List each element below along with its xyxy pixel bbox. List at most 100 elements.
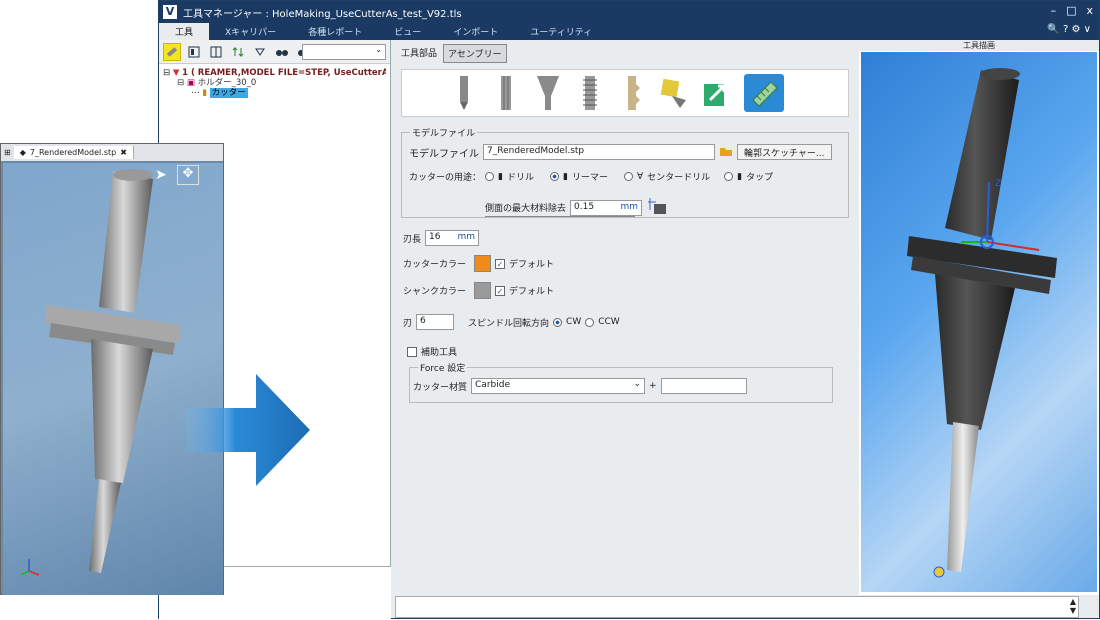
tree-toolbar: ⌄	[159, 40, 390, 64]
usage-drill-radio[interactable]	[485, 172, 495, 181]
rendered-model-tabbar: ⊞ ◆ 7_RenderedModel.stp ✖	[1, 144, 223, 161]
usage-reamer-radio[interactable]	[549, 172, 559, 181]
tap-type-icon[interactable]	[576, 75, 604, 111]
close-button[interactable]: x	[1086, 4, 1093, 17]
folder-icon[interactable]	[719, 145, 733, 160]
tab-assembly[interactable]: アセンブリー	[443, 44, 507, 63]
model-file-input[interactable]: 7_RenderedModel.stp	[483, 144, 715, 160]
pin-icon[interactable]: ⊞	[1, 148, 14, 157]
contour-sketcher-button[interactable]: 輪郭スケッチャー...	[737, 144, 832, 160]
cutter-usage-row: カッターの用途： ▮ ドリル ▮ リーマー ∀ センタードリル ▮ タップ	[409, 170, 774, 184]
pan-icon[interactable]: ✥	[177, 165, 199, 185]
usage-tap-label: タップ	[746, 173, 774, 183]
tool-drawing-pane: 工具描画 Z	[859, 40, 1099, 595]
menu-view[interactable]: ビュー	[378, 23, 437, 40]
menu-bar: 工具 Xキャリパー 各種レポート ビュー インポート ユーティリティ 🔍 ? ⚙…	[159, 23, 1099, 40]
cutter-usage-label: カッターの用途：	[409, 173, 482, 183]
layout-icon[interactable]	[207, 43, 225, 61]
title-bar: V 工具マネージャー : HoleMaking_UseCutterAs_test…	[159, 1, 1099, 23]
model-file-label: モデルファイル	[409, 148, 479, 160]
tree-filter-dropdown[interactable]: ⌄	[302, 44, 386, 60]
close-icon[interactable]: ✖	[120, 148, 127, 157]
usage-center-drill-radio[interactable]	[623, 172, 633, 181]
cutter-material-label: カッター材質	[413, 382, 468, 393]
aux-tool-checkbox[interactable]	[407, 346, 417, 357]
model-file-row: モデルファイル 7_RenderedModel.stp 輪郭スケッチャー...	[409, 144, 832, 160]
flute-length-input[interactable]: 16 mm	[425, 230, 480, 246]
cutter-default-checkbox[interactable]: ✓	[495, 258, 506, 269]
cutter-material-row: カッター材質 Carbide ⌄ +	[413, 378, 747, 394]
rendered-model-tab[interactable]: ◆ 7_RenderedModel.stp ✖	[13, 146, 134, 159]
insert-type-icon[interactable]	[660, 75, 688, 111]
reamer-type-icon[interactable]	[492, 75, 520, 111]
flute-length-value: 16	[429, 232, 441, 242]
tree-node-cutter[interactable]: ⋯ ▮ カッター	[191, 88, 386, 98]
tree-node-cutter-label: カッター	[209, 88, 248, 98]
chevron-down-icon: ⌄	[633, 379, 642, 389]
aux-tool-label: 補助工具	[421, 348, 458, 358]
side-removal-input[interactable]: 0.15 mm	[570, 199, 643, 216]
cutter-material-value: Carbide	[475, 380, 510, 390]
custom-tool-type-icon[interactable]	[702, 75, 730, 111]
tool-holder-render: Z	[907, 68, 1057, 578]
minimize-button[interactable]: –	[1051, 4, 1057, 17]
cw-radio[interactable]	[553, 317, 563, 327]
shank-color-label: シャンクカラー	[403, 287, 467, 297]
ccw-radio[interactable]	[585, 317, 595, 327]
search-help-settings-icons[interactable]: 🔍 ? ⚙ ∨	[1047, 24, 1091, 35]
find-icon[interactable]	[273, 43, 291, 61]
tool-icon[interactable]	[163, 42, 181, 61]
menu-import[interactable]: インポート	[437, 23, 514, 40]
side-removal-label: 側面の最大材料除去	[485, 204, 567, 214]
tool-type-icon-row	[401, 69, 849, 117]
model-file-type-icon[interactable]	[744, 74, 784, 112]
material-extra-input[interactable]	[660, 378, 747, 394]
rendered-model-tab-label: 7_RenderedModel.stp	[29, 148, 117, 157]
form-cutter-type-icon[interactable]	[618, 75, 646, 111]
message-bar: ▲ ▼	[395, 596, 1079, 618]
cutter-default-label: デフォルト	[509, 260, 555, 270]
shank-default-checkbox[interactable]: ✓	[495, 285, 506, 296]
usage-tap-radio[interactable]	[724, 172, 734, 181]
cutter-color-row: カッターカラー ✓ デフォルト	[403, 255, 554, 272]
usage-reamer-label: リーマー	[571, 173, 608, 183]
arrow-right-icon	[186, 374, 310, 486]
sort-icon[interactable]	[229, 43, 247, 61]
shank-color-row: シャンクカラー ✓ デフォルト	[403, 282, 554, 299]
tool-drawing-header: 工具描画	[859, 40, 1099, 51]
center-drill-small-icon: ∀	[636, 171, 644, 182]
window-controls: – □ x	[1051, 4, 1093, 17]
shank-color-swatch[interactable]	[474, 282, 492, 299]
cutter-color-label: カッターカラー	[403, 260, 467, 270]
tab-tool-parts[interactable]: 工具部品	[397, 44, 441, 63]
menu-xcaliper[interactable]: Xキャリパー	[209, 23, 292, 40]
tool-3d-viewport[interactable]: Z	[861, 52, 1097, 592]
menu-tool[interactable]: 工具	[159, 23, 210, 40]
filter-icon[interactable]	[251, 43, 269, 61]
cursor-icon[interactable]: ➤	[155, 167, 167, 183]
teeth-input[interactable]: 6	[416, 314, 455, 330]
flute-length-unit: mm	[457, 232, 476, 242]
cutter-material-select[interactable]: Carbide ⌄	[471, 378, 646, 394]
drill-type-icon[interactable]	[450, 75, 478, 111]
usage-center-drill-label: センタードリル	[647, 173, 711, 183]
scroll-arrows-icon[interactable]: ▲ ▼	[1070, 597, 1076, 615]
plus-label: +	[649, 381, 657, 391]
svg-text:Z: Z	[995, 179, 1001, 189]
parts-tabs: 工具部品 アセンブリー	[393, 40, 857, 63]
countersink-type-icon[interactable]	[534, 75, 562, 111]
menu-utility[interactable]: ユーティリティ	[514, 23, 608, 40]
divider	[485, 216, 635, 217]
spindle-direction-label: スピンドル回転方向	[468, 318, 550, 329]
menu-reports[interactable]: 各種レポート	[292, 23, 378, 40]
usage-drill-label: ドリル	[506, 173, 534, 183]
tree-node-root[interactable]: ⊟ ▼ 1 ( REAMER,MODEL FILE=STEP, UseCutte…	[163, 68, 386, 78]
add-item-icon[interactable]	[185, 43, 203, 61]
teeth-label: 刃	[403, 318, 413, 329]
cutter-color-swatch[interactable]	[474, 255, 492, 272]
reamer-small-icon: ▮	[562, 171, 568, 182]
tree-node-holder[interactable]: ⊟ ▣ ホルダー_30_0	[177, 78, 386, 88]
flute-length-row: 刃長 16 mm	[403, 230, 480, 246]
maximize-button[interactable]: □	[1066, 4, 1076, 17]
tool-manager-window: V 工具マネージャー : HoleMaking_UseCutterAs_test…	[158, 0, 1100, 620]
